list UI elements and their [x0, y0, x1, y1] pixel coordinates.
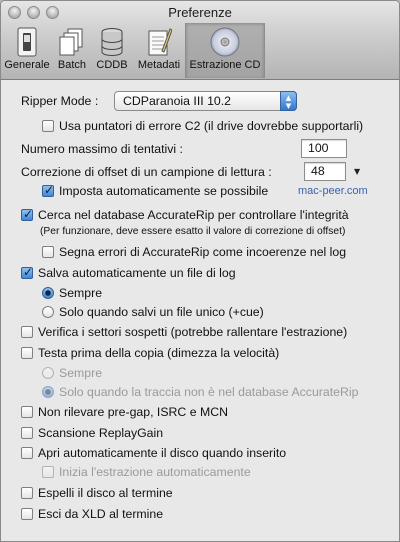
eject-checkbox[interactable]: [21, 487, 33, 499]
tab-batch[interactable]: Batch: [53, 23, 91, 78]
title-bar: Preferenze Generale Batch CDDB Metadati …: [1, 1, 399, 80]
mark-errors-label: Segna errori di AccurateRip come incoere…: [59, 245, 347, 259]
preferences-window: Preferenze Generale Batch CDDB Metadati …: [0, 0, 400, 542]
test-not-in-db-radio: [42, 386, 54, 398]
tab-metadati[interactable]: Metadati: [133, 23, 185, 78]
no-pregap-option[interactable]: Non rilevare pre-gap, ISRC e MCN: [21, 405, 228, 419]
verify-option[interactable]: Verifica i settori sospetti (potrebbe ra…: [21, 325, 347, 339]
preferences-toolbar: Generale Batch CDDB Metadati Estrazione …: [1, 23, 265, 78]
window-title: Preferenze: [168, 5, 232, 20]
max-retries-input[interactable]: 100: [301, 139, 347, 158]
tab-cddb-label: CDDB: [96, 59, 128, 71]
save-log-label: Salva automaticamente un file di log: [38, 266, 236, 280]
c2-label: Usa puntatori di errore C2 (il drive dov…: [59, 119, 364, 133]
log-single-option[interactable]: Solo quando salvi un file unico (+cue): [42, 305, 264, 319]
watermark-text: mac-peer.com: [298, 185, 368, 197]
ripper-mode-select[interactable]: CDParanoia III 10.2 ▲ ▼: [114, 91, 297, 111]
verify-checkbox[interactable]: [21, 326, 33, 338]
quit-option[interactable]: Esci da XLD al termine: [21, 507, 163, 521]
tab-metadati-label: Metadati: [137, 59, 181, 71]
log-always-label: Sempre: [59, 286, 103, 300]
cd-icon: [209, 25, 241, 59]
no-pregap-label: Non rilevare pre-gap, ISRC e MCN: [38, 405, 228, 419]
ripper-mode-value: CDParanoia III 10.2: [123, 94, 232, 108]
verify-label: Verifica i settori sospetti (potrebbe ra…: [38, 325, 348, 339]
tab-estrazione-cd-label: Estrazione CD: [189, 59, 261, 71]
test-not-in-db-label: Solo quando la traccia non è nel databas…: [59, 385, 359, 399]
eject-label: Espelli il disco al termine: [38, 486, 173, 500]
tab-generale-label: Generale: [4, 59, 50, 71]
accuraterip-note: (Per funzionare, deve essere esatto il v…: [40, 226, 346, 237]
max-retries-label: Numero massimo di tentativi :: [21, 142, 183, 156]
c2-option[interactable]: Usa puntatori di errore C2 (il drive dov…: [42, 119, 363, 133]
eject-option[interactable]: Espelli il disco al termine: [21, 486, 173, 500]
c2-checkbox[interactable]: [42, 120, 54, 132]
auto-start-label: Inizia l'estrazione automaticamente: [59, 465, 251, 479]
test-not-in-db-option: Solo quando la traccia non è nel databas…: [42, 385, 358, 399]
replaygain-checkbox[interactable]: [21, 427, 33, 439]
offset-label: Correzione di offset di un campione di l…: [21, 165, 272, 179]
save-log-option[interactable]: Salva automaticamente un file di log: [21, 265, 236, 280]
replaygain-label: Scansione ReplayGain: [38, 426, 164, 440]
no-pregap-checkbox[interactable]: [21, 406, 33, 418]
select-arrows-icon: ▲ ▼: [280, 91, 297, 111]
quit-label: Esci da XLD al termine: [38, 507, 164, 521]
extraction-settings-panel: Ripper Mode : CDParanoia III 10.2 ▲ ▼ Usa…: [1, 80, 399, 541]
save-log-checkbox[interactable]: [21, 265, 33, 279]
log-always-option[interactable]: Sempre: [42, 286, 102, 300]
test-always-option: Sempre: [42, 366, 102, 380]
ripper-mode-label: Ripper Mode :: [21, 94, 99, 108]
auto-offset-checkbox[interactable]: [42, 183, 54, 197]
auto-open-checkbox[interactable]: [21, 447, 33, 459]
log-single-label: Solo quando salvi un file unico (+cue): [59, 305, 264, 319]
tab-generale[interactable]: Generale: [1, 23, 53, 78]
auto-offset-option[interactable]: Imposta automaticamente se possibile: [42, 183, 269, 198]
accuraterip-label: Cerca nel database AccurateRip per contr…: [38, 208, 349, 222]
quit-checkbox[interactable]: [21, 508, 33, 520]
mark-errors-checkbox[interactable]: [42, 246, 54, 258]
test-always-radio: [42, 367, 54, 379]
auto-start-option: Inizia l'estrazione automaticamente: [42, 465, 251, 479]
auto-offset-label: Imposta automaticamente se possibile: [59, 184, 269, 198]
offset-input[interactable]: 48: [304, 162, 346, 181]
test-first-option[interactable]: Testa prima della copia (dimezza la velo…: [21, 346, 279, 360]
tab-batch-label: Batch: [57, 59, 87, 71]
log-always-radio[interactable]: [42, 287, 54, 299]
test-always-label: Sempre: [59, 366, 103, 380]
auto-start-checkbox: [42, 466, 54, 478]
auto-open-option[interactable]: Apri automaticamente il disco quando ins…: [21, 446, 286, 460]
mark-errors-option[interactable]: Segna errori di AccurateRip come incoere…: [42, 245, 346, 259]
test-first-label: Testa prima della copia (dimezza la velo…: [38, 346, 280, 360]
offset-dropdown-icon[interactable]: ▼: [354, 167, 360, 176]
auto-open-label: Apri automaticamente il disco quando ins…: [38, 446, 287, 460]
switch-icon: [11, 25, 43, 59]
documents-icon: [56, 25, 88, 59]
database-icon: [96, 25, 128, 59]
replaygain-option[interactable]: Scansione ReplayGain: [21, 426, 163, 440]
tab-estrazione-cd[interactable]: Estrazione CD: [185, 23, 265, 78]
accuraterip-checkbox[interactable]: [21, 207, 33, 221]
tab-cddb[interactable]: CDDB: [91, 23, 133, 78]
log-single-radio[interactable]: [42, 306, 54, 318]
test-first-checkbox[interactable]: [21, 347, 33, 359]
notepad-icon: [143, 25, 175, 59]
accuraterip-option[interactable]: Cerca nel database AccurateRip per contr…: [21, 207, 349, 222]
